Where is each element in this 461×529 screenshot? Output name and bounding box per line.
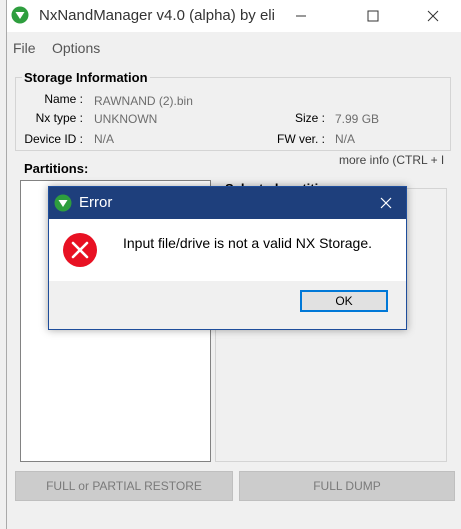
- storage-info-title: Storage Information: [22, 70, 150, 85]
- ok-button[interactable]: OK: [300, 290, 388, 312]
- nxtype-value: UNKNOWN: [94, 112, 158, 126]
- dialog-body: Input file/drive is not a valid NX Stora…: [49, 219, 406, 281]
- dialog-message: Input file/drive is not a valid NX Stora…: [123, 235, 373, 251]
- menu-bar: File Options: [7, 34, 461, 60]
- app-icon: [11, 6, 29, 24]
- name-label: Name :: [44, 92, 83, 106]
- error-icon: [63, 233, 97, 267]
- nxtype-label: Nx type :: [35, 111, 83, 125]
- minimize-button[interactable]: [278, 0, 324, 32]
- maximize-icon: [367, 10, 379, 22]
- menu-file[interactable]: File: [13, 40, 36, 56]
- dialog-close-button[interactable]: [366, 187, 406, 219]
- deviceid-value: N/A: [94, 132, 115, 146]
- size-value: 7.99 GB: [335, 112, 380, 126]
- fw-label: FW ver. :: [277, 132, 325, 146]
- close-icon: [427, 10, 439, 22]
- title-bar[interactable]: NxNandManager v4.0 (alpha) by eli: [7, 0, 461, 32]
- size-label: Size :: [294, 111, 325, 125]
- close-icon: [380, 197, 392, 209]
- restore-button[interactable]: FULL or PARTIAL RESTORE: [15, 471, 233, 501]
- dialog-title: Error: [79, 194, 113, 211]
- dialog-app-icon: [54, 194, 72, 212]
- deviceid-label: Device ID :: [24, 132, 83, 146]
- minimize-icon: [296, 15, 306, 17]
- more-info-link[interactable]: more info (CTRL + I: [339, 153, 461, 167]
- window-title: NxNandManager v4.0 (alpha) by eli: [39, 7, 275, 24]
- error-dialog: Error Input file/drive is not a valid NX…: [48, 186, 407, 330]
- fw-value: N/A: [335, 132, 356, 146]
- name-value: RAWNAND (2).bin: [94, 94, 193, 108]
- full-dump-button[interactable]: FULL DUMP: [239, 471, 455, 501]
- menu-options[interactable]: Options: [52, 40, 100, 56]
- close-window-button[interactable]: [410, 0, 456, 32]
- dialog-title-bar[interactable]: Error: [49, 187, 406, 219]
- maximize-button[interactable]: [350, 0, 396, 32]
- partitions-title: Partitions:: [22, 161, 91, 176]
